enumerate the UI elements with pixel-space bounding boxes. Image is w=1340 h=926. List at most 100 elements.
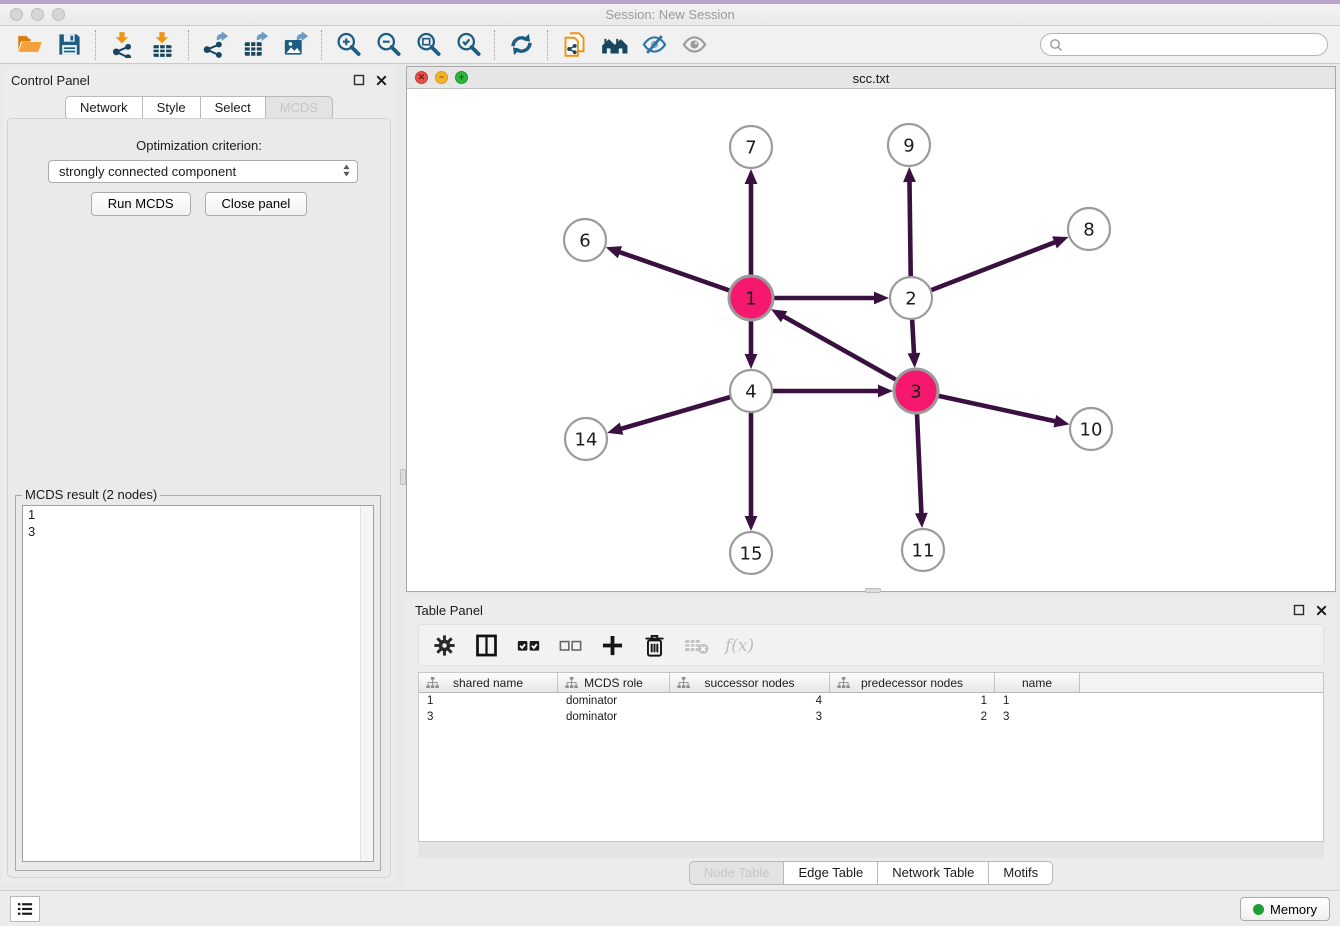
open-session-button[interactable] [12,29,46,61]
table-cell[interactable]: dominator [558,695,670,707]
clone-network-button[interactable] [557,29,591,61]
zoom-selected-button[interactable] [451,29,485,61]
column-header-mcds-role[interactable]: MCDS role [558,673,670,692]
export-network-icon [202,31,229,58]
column-header-shared-name[interactable]: shared name [419,673,558,692]
svg-text:f(x): f(x) [723,636,753,656]
graph-node-14[interactable]: 14 [565,418,607,460]
import-network-button[interactable] [105,29,139,61]
column-header-predecessor-nodes[interactable]: predecessor nodes [830,673,995,692]
table-cell[interactable]: 1 [830,695,995,707]
memory-button[interactable]: Memory [1240,897,1330,921]
search-input[interactable] [1040,33,1328,56]
tab-edge-table[interactable]: Edge Table [783,861,878,885]
close-table-panel-icon[interactable] [1314,603,1328,617]
graph-edge-3-11[interactable] [915,413,928,528]
table-cell[interactable]: dominator [558,711,670,723]
table-cell[interactable]: 3 [419,711,558,723]
open-session-icon [16,31,43,58]
table-cell[interactable]: 4 [670,695,830,707]
column-header-name[interactable]: name [995,673,1080,692]
zoom-out-icon [375,31,402,58]
refresh-view-button[interactable] [504,29,538,61]
graph-node-2[interactable]: 2 [890,277,932,319]
graph-node-8[interactable]: 8 [1068,208,1110,250]
table-cell[interactable]: 1 [995,695,1080,707]
zoom-out-button[interactable] [371,29,405,61]
tab-mcds[interactable]: MCDS [265,96,333,120]
window-titlebar: Session: New Session [0,0,1340,26]
svg-text:4: 4 [745,382,756,403]
table-cell[interactable]: 3 [995,711,1080,723]
show-columns-button[interactable] [471,629,501,661]
graph-node-9[interactable]: 9 [888,124,930,166]
table-mode-button[interactable] [429,629,459,661]
export-image-button[interactable] [278,29,312,61]
tab-node-table[interactable]: Node Table [689,861,785,885]
tab-motifs[interactable]: Motifs [988,861,1053,885]
svg-text:14: 14 [575,430,598,451]
table-cell[interactable]: 3 [670,711,830,723]
table-cell[interactable]: 1 [419,695,558,707]
deselect-all-columns-button[interactable] [555,629,585,661]
graph-node-6[interactable]: 6 [564,219,606,261]
table-panel-gap [418,842,1324,858]
canvas-splitter-handle[interactable] [865,588,881,593]
graph-edge-3-10[interactable] [937,396,1069,428]
criterion-dropdown[interactable]: strongly connected component [48,160,358,183]
column-header-successor-nodes[interactable]: successor nodes [670,673,830,692]
graph-edge-1-6[interactable] [606,246,730,291]
toolbar-separator [321,30,322,60]
zoom-fit-button[interactable] [411,29,445,61]
graph-node-3[interactable]: 3 [894,369,938,413]
run-mcds-button[interactable]: Run MCDS [91,192,191,216]
hide-selected-button[interactable] [637,29,671,61]
close-panel-icon[interactable] [374,73,388,87]
graph-edge-4-15[interactable] [745,412,758,531]
tab-network-table[interactable]: Network Table [877,861,989,885]
panel-splitter-handle[interactable] [400,469,406,485]
graph-node-15[interactable]: 15 [730,532,772,574]
graph-node-11[interactable]: 11 [902,529,944,571]
graph-edge-3-1[interactable] [771,309,897,380]
graph-edge-2-3[interactable] [908,319,921,368]
float-table-panel-icon[interactable] [1292,603,1306,617]
graph-edge-1-7[interactable] [745,169,758,276]
graph-edge-4-3[interactable] [772,385,893,398]
tab-style[interactable]: Style [142,96,201,120]
zoom-in-button[interactable] [331,29,365,61]
float-panel-icon[interactable] [352,73,366,87]
select-all-columns-button[interactable] [513,629,543,661]
save-session-button[interactable] [52,29,86,61]
import-table-button[interactable] [145,29,179,61]
graph-node-10[interactable]: 10 [1070,408,1112,450]
graph-node-4[interactable]: 4 [730,370,772,412]
graph-edge-2-8[interactable] [931,236,1069,290]
export-table-button[interactable] [238,29,272,61]
graph-edge-2-9[interactable] [903,167,916,277]
table-cell[interactable]: 2 [830,711,995,723]
graph-node-7[interactable]: 7 [730,126,772,168]
home-view-button[interactable] [597,29,631,61]
table-row[interactable]: 3dominator323 [419,709,1323,725]
table-row[interactable]: 1dominator411 [419,693,1323,709]
close-panel-button[interactable]: Close panel [205,192,308,216]
export-network-button[interactable] [198,29,232,61]
delete-column-button[interactable] [639,629,669,661]
svg-text:7: 7 [745,138,756,159]
task-history-button[interactable] [10,896,40,922]
tab-network[interactable]: Network [65,96,143,120]
toolbar-icon-groups [12,29,711,61]
graph-node-1[interactable]: 1 [729,276,773,320]
graph-edge-1-2[interactable] [773,292,889,305]
svg-text:10: 10 [1080,420,1103,441]
tab-select[interactable]: Select [200,96,266,120]
show-all-button[interactable] [677,29,711,61]
mcds-result-list[interactable]: 13 [22,505,374,862]
toolbar-separator [95,30,96,60]
network-canvas[interactable]: 7 9 6 8 1 2 4 3 14 10 15 11 [407,89,1335,591]
new-column-button[interactable] [597,629,627,661]
graph-edge-1-4[interactable] [745,320,758,369]
graph-edge-4-14[interactable] [607,397,731,435]
result-scrollbar[interactable] [360,506,373,861]
